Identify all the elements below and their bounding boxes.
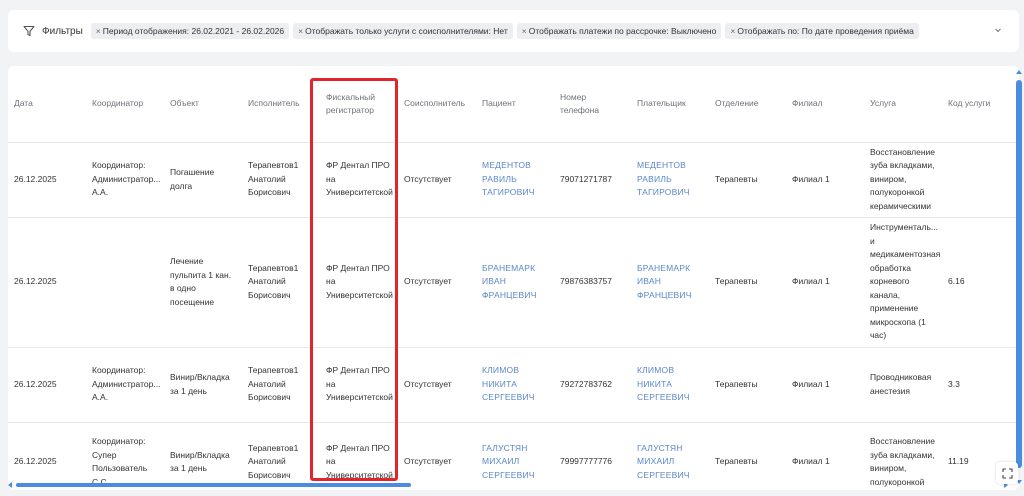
vertical-scroll-thumb[interactable] [1016, 80, 1022, 468]
cell-patient[interactable]: БРАНЕМАРК ИВАН ФРАНЦЕВИЧ [476, 217, 554, 348]
cell-fiscal: ФР Дентал ПРО на Университетской [320, 347, 398, 423]
cell-date: 26.12.2025 [8, 347, 86, 423]
vertical-scrollbar[interactable] [1016, 70, 1022, 484]
cell-payer[interactable]: БРАНЕМАРК ИВАН ФРАНЦЕВИЧ [631, 217, 709, 348]
cell-coexecutor: Отсутствует [398, 422, 476, 490]
cell-coordinator: Координатор: Администратор... А.А. [86, 142, 164, 218]
cell-fiscal: ФР Дентал ПРО на Университетской [320, 142, 398, 218]
filter-bar[interactable]: Фильтры × Период отображения: 26.02.2021 … [8, 10, 1019, 52]
table-header-row: Дата Координатор Объект Исполнитель Фискальн… [8, 66, 1019, 143]
cell-payer[interactable]: МЕДЕНТОВ РАВИЛЬ ТАГИРОВИЧ [631, 142, 709, 218]
filter-chip-label: Период отображения: 26.02.2021 - 26.02.2… [102, 26, 285, 36]
table-body: 26.12.2025 Координатор: Администратор... … [8, 142, 1019, 490]
cell-patient[interactable]: ГАЛУСТЯН МИХАИЛ СЕРГЕЕВИЧ [476, 422, 554, 490]
cell-branch: Филиал 1 [786, 347, 864, 423]
cell-service: Инструменталь... и медикаментозная обраб… [864, 217, 942, 348]
cell-coordinator: Координатор: Администратор... А.А. [86, 347, 164, 423]
filter-chip[interactable]: × Период отображения: 26.02.2021 - 26.02.… [90, 23, 290, 39]
cell-executor: Терапевтов1 Анатолий Борисович [242, 217, 320, 348]
column-header[interactable]: Код услуги [942, 66, 1019, 143]
filter-chip-label: Отображать по: По дате проведения приёма [737, 26, 914, 36]
cell-patient[interactable]: КЛИМОВ НИКИТА СЕРГЕЕВИЧ [476, 347, 554, 423]
cell-payer[interactable]: ГАЛУСТЯН МИХАИЛ СЕРГЕЕВИЧ [631, 422, 709, 490]
cell-branch: Филиал 1 [786, 217, 864, 348]
column-header[interactable]: Исполнитель [242, 66, 320, 143]
filter-chips: × Период отображения: 26.02.2021 - 26.02.… [90, 23, 923, 39]
cell-coexecutor: Отсутствует [398, 347, 476, 423]
filters-title: Фильтры [42, 25, 83, 37]
expand-button[interactable] [996, 462, 1018, 484]
remove-chip-icon[interactable]: × [96, 26, 101, 36]
table-row[interactable]: 26.12.2025 Координатор: Администратор... … [8, 142, 1019, 218]
cell-code: 3.3 [942, 347, 1019, 423]
cell-department: Терапевты [709, 142, 786, 218]
cell-code: 6.16 [942, 217, 1019, 348]
cell-coexecutor: Отсутствует [398, 142, 476, 218]
filter-funnel-icon[interactable] [22, 24, 36, 38]
column-header[interactable]: Филиал [786, 66, 864, 143]
cell-object: Лечение пульпита 1 кан. в одно посещение [164, 217, 242, 348]
expand-icon [1001, 467, 1013, 479]
cell-executor: Терапевтов1 Анатолий Борисович [242, 422, 320, 490]
cell-object: Винир/Вкладка за 1 день [164, 347, 242, 423]
cell-phone: 79876383757 [554, 217, 631, 348]
cell-object: Погашение долга [164, 142, 242, 218]
filter-chip[interactable]: × Отображать только услуги с соисполнител… [293, 23, 513, 39]
cell-fiscal: ФР Дентал ПРО на Университетской [320, 217, 398, 348]
column-header[interactable]: Объект [164, 66, 242, 143]
scroll-up-arrow-icon[interactable] [1016, 70, 1022, 74]
column-header[interactable]: Плательщик [631, 66, 709, 143]
cell-coordinator [86, 217, 164, 348]
cell-phone: 79272783762 [554, 347, 631, 423]
table-row[interactable]: 26.12.2025 Лечение пульпита 1 кан. в одно… [8, 217, 1019, 348]
column-header[interactable]: Услуга [864, 66, 942, 143]
column-header[interactable]: Соисполнитель [398, 66, 476, 143]
remove-chip-icon[interactable]: × [730, 26, 735, 36]
remove-chip-icon[interactable]: × [298, 26, 303, 36]
remove-chip-icon[interactable]: × [522, 26, 527, 36]
cell-fiscal: ФР Дентал ПРО на Университетской [320, 422, 398, 490]
cell-branch: Филиал 1 [786, 142, 864, 218]
column-header[interactable]: Номер телефона [554, 66, 631, 143]
filter-chip-label: Отображать только услуги с соисполнителя… [305, 26, 508, 36]
cell-object: Винир/Вкладка за 1 день [164, 422, 242, 490]
cell-service: Проводниковая анестезия [864, 347, 942, 423]
table-row[interactable]: 26.12.2025 Координатор: Супер Пользовател… [8, 422, 1019, 490]
horizontal-scroll-thumb[interactable] [16, 483, 411, 487]
cell-patient[interactable]: МЕДЕНТОВ РАВИЛЬ ТАГИРОВИЧ [476, 142, 554, 218]
cell-payer[interactable]: КЛИМОВ НИКИТА СЕРГЕЕВИЧ [631, 347, 709, 423]
cell-department: Терапевты [709, 422, 786, 490]
column-header[interactable]: Координатор [86, 66, 164, 143]
column-header[interactable]: Отделение [709, 66, 786, 143]
column-header[interactable]: Фискальный регистратор [320, 66, 398, 143]
cell-department: Терапевты [709, 217, 786, 348]
cell-executor: Терапевтов1 Анатолий Борисович [242, 347, 320, 423]
cell-branch: Филиал 1 [786, 422, 864, 490]
cell-service: Восстановление зуба вкладками, виниром, … [864, 142, 942, 218]
filter-chip[interactable]: × Отображать по: По дате проведения приём… [725, 23, 919, 39]
table-row[interactable]: 26.12.2025 Координатор: Администратор... … [8, 347, 1019, 423]
scroll-left-arrow-icon[interactable] [8, 482, 12, 488]
chevron-down-icon[interactable] [993, 25, 1003, 35]
cell-department: Терапевты [709, 347, 786, 423]
column-header[interactable]: Дата [8, 66, 86, 143]
column-header[interactable]: Пациент [476, 66, 554, 143]
cell-phone: 79071271787 [554, 142, 631, 218]
cell-coordinator: Координатор: Супер Пользователь С.С. [86, 422, 164, 490]
cell-phone: 79997777776 [554, 422, 631, 490]
cell-date: 26.12.2025 [8, 422, 86, 490]
cell-date: 26.12.2025 [8, 142, 86, 218]
cell-code [942, 142, 1019, 218]
cell-date: 26.12.2025 [8, 217, 86, 348]
filter-chip[interactable]: × Отображать платежи по рассрочке: Выключ… [516, 23, 722, 39]
report-table-card: Дата Координатор Объект Исполнитель Фискальн… [8, 66, 1019, 490]
report-table: Дата Координатор Объект Исполнитель Фискальн… [8, 66, 1019, 490]
horizontal-scrollbar[interactable] [8, 482, 1008, 488]
cell-coexecutor: Отсутствует [398, 217, 476, 348]
filter-chip-label: Отображать платежи по рассрочке: Выключе… [528, 26, 717, 36]
cell-executor: Терапевтов1 Анатолий Борисович [242, 142, 320, 218]
cell-service: Восстановление зуба вкладками, виниром, … [864, 422, 942, 490]
